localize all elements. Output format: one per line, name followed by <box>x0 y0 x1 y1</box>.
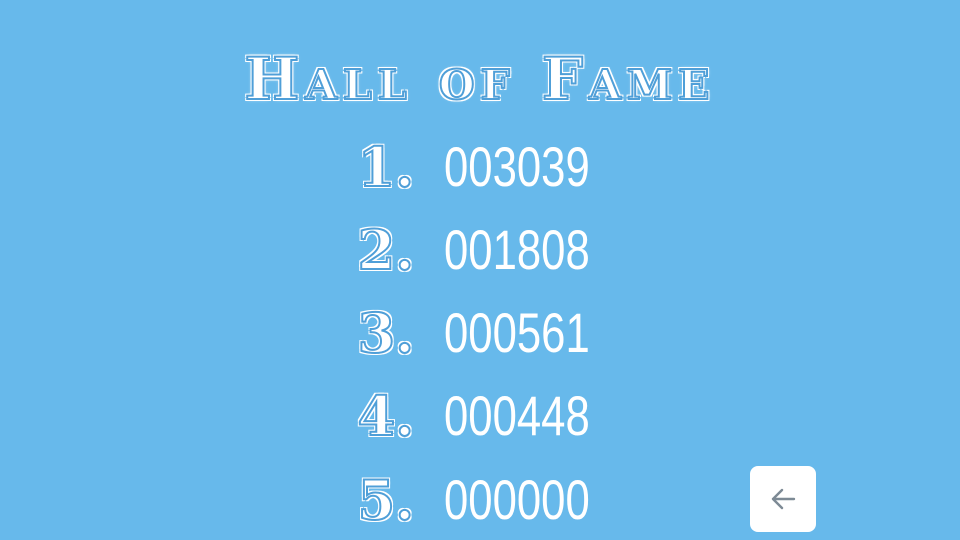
score-value: 000561 <box>444 301 590 364</box>
rank-label: 5. <box>357 467 415 533</box>
leaderboard-row-1: 1. 003039 <box>0 132 960 216</box>
rank-label: 1. <box>357 134 415 200</box>
score-value: 000000 <box>444 468 590 531</box>
score-value: 003039 <box>444 135 590 198</box>
back-button[interactable] <box>752 468 814 530</box>
rank-label: 2. <box>357 217 415 283</box>
score-value: 001808 <box>444 218 590 281</box>
rank-label: 4. <box>357 383 415 449</box>
leaderboard-row-3: 3. 000561 <box>0 298 960 382</box>
rank-label: 3. <box>357 300 415 366</box>
leaderboard-row-4: 4. 000448 <box>0 381 960 465</box>
leaderboard-row-5: 5. 000000 <box>0 465 960 540</box>
screen-title: Hall of Fame <box>243 44 716 114</box>
arrow-left-icon <box>771 488 796 510</box>
score-value: 000448 <box>444 384 590 447</box>
leaderboard-row-2: 2. 001808 <box>0 215 960 299</box>
hall-of-fame-screen: Hall of Fame 1. 003039 2. 001808 3. 0005… <box>0 0 960 540</box>
